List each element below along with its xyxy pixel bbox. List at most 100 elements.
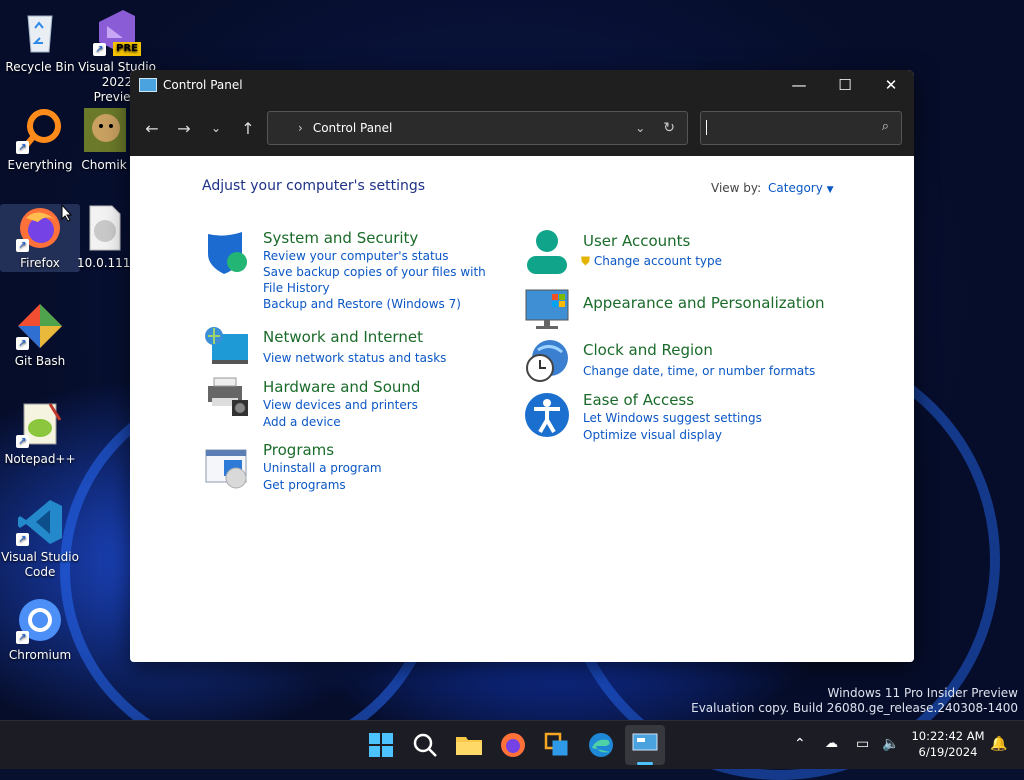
user-accounts-icon — [527, 230, 567, 274]
category-title-link[interactable]: Clock and Region — [583, 341, 815, 360]
desktop-icon-label: Firefox — [20, 256, 60, 270]
task-link[interactable]: View network status and tasks — [263, 350, 446, 366]
vscode-icon: ↗ — [16, 498, 64, 546]
task-link[interactable]: Uninstall a program — [263, 460, 382, 476]
category-user-accounts: User Accounts ⛊ Change account type — [581, 232, 722, 269]
desktop-icon-notepad-plus-plus[interactable]: ↗ Notepad++ — [0, 400, 80, 467]
ease-of-access-icon — [525, 393, 569, 437]
task-link[interactable]: View devices and printers — [263, 397, 420, 413]
shortcut-arrow-icon: ↗ — [16, 239, 29, 252]
forward-arrow-icon[interactable]: → — [168, 119, 200, 138]
task-link[interactable]: Change account type — [594, 254, 722, 268]
search-icon[interactable] — [410, 730, 440, 760]
up-arrow-icon[interactable]: ↑ — [232, 119, 264, 138]
search-box[interactable]: ⌕ — [700, 111, 902, 145]
category-title-link[interactable]: System and Security — [263, 229, 493, 248]
notification-bell-icon[interactable]: 🔔 — [990, 736, 1007, 752]
desktop-icon-label: Visual Studio Code — [1, 550, 79, 579]
file-explorer-icon[interactable] — [454, 730, 484, 760]
category-hardware-and-sound: Hardware and Sound View devices and prin… — [263, 378, 420, 430]
desktop-icon-label: Recycle Bin — [5, 60, 75, 74]
desktop-icon-label: Chromium — [8, 648, 72, 662]
caret-down-icon: ▼ — [826, 185, 834, 195]
taskbar-clock[interactable]: 10:22:42 AM 6/19/2024 — [904, 728, 992, 760]
back-arrow-icon[interactable]: ← — [136, 119, 168, 138]
shortcut-arrow-icon: ↗ — [16, 435, 29, 448]
task-link[interactable]: Optimize visual display — [583, 427, 762, 443]
category-title-link[interactable]: User Accounts — [583, 232, 722, 251]
edge-icon[interactable] — [586, 730, 616, 760]
shortcut-arrow-icon: ↗ — [16, 141, 29, 154]
chromium-icon: ↗ — [16, 596, 64, 644]
shortcut-arrow-icon: ↗ — [16, 631, 29, 644]
appearance-monitor-icon — [525, 289, 569, 329]
page-title: Adjust your computer's settings — [202, 178, 426, 194]
title-bar[interactable]: Control Panel — ☐ ✕ — [130, 70, 914, 100]
task-view-icon[interactable] — [542, 730, 572, 760]
git-bash-icon: ↗ — [16, 302, 64, 350]
network-icon[interactable]: ▭ — [856, 736, 869, 752]
firefox-icon[interactable] — [498, 730, 528, 760]
close-button[interactable]: ✕ — [868, 70, 914, 100]
category-title-link[interactable]: Network and Internet — [263, 328, 446, 347]
notepad-plus-plus-icon: ↗ — [16, 400, 64, 448]
task-link[interactable]: Review your computer's status — [263, 248, 493, 264]
category-network-and-internet: Network and Internet View network status… — [263, 328, 446, 366]
desktop-icon-file[interactable]: 10.0.1110 — [77, 204, 131, 271]
task-link[interactable]: Change date, time, or number formats — [583, 363, 815, 379]
printer-icon — [208, 377, 248, 416]
desktop-icon-chomik[interactable]: Chomik — [77, 106, 131, 173]
content-area: Adjust your computer's settings View by:… — [130, 156, 914, 662]
category-title-link[interactable]: Appearance and Personalization — [583, 294, 825, 313]
desktop-icon-label: Chomik — [81, 158, 127, 172]
onedrive-offline-icon[interactable]: ☁ — [825, 736, 838, 751]
watermark-line1: Windows 11 Pro Insider Preview — [827, 686, 1018, 700]
address-bar[interactable]: › Control Panel ⌄ ↻ — [267, 111, 688, 145]
view-by-dropdown[interactable]: Category ▼ — [768, 181, 834, 195]
maximize-button[interactable]: ☐ — [822, 70, 868, 100]
start-icon[interactable] — [366, 730, 396, 760]
volume-muted-icon[interactable]: 🔈 — [882, 736, 899, 752]
desktop-icon-label: 10.0.1110 — [77, 256, 131, 270]
shortcut-arrow-icon: ↗ — [93, 43, 106, 56]
category-title-link[interactable]: Programs — [263, 441, 382, 460]
breadcrumb-chevron-icon: › — [298, 121, 303, 135]
refresh-icon[interactable]: ↻ — [663, 120, 675, 136]
view-by-label: View by: — [711, 181, 762, 195]
category-title-link[interactable]: Hardware and Sound — [263, 378, 420, 397]
search-icon[interactable]: ⌕ — [882, 119, 889, 134]
magnifier-orange-icon: ↗ — [16, 106, 64, 154]
shield-icon — [208, 232, 247, 274]
desktop-icon-git-bash[interactable]: ↗ Git Bash — [0, 302, 80, 369]
show-hidden-icons-chevron-icon[interactable]: ⌃ — [794, 736, 806, 752]
desktop-icon-chromium[interactable]: ↗ Chromium — [0, 596, 80, 663]
task-link[interactable]: Add a device — [263, 414, 420, 430]
uac-shield-icon: ⛊ — [581, 254, 591, 268]
task-link[interactable]: Save backup copies of your files with Fi… — [263, 264, 493, 296]
task-link[interactable]: Backup and Restore (Windows 7) — [263, 296, 493, 312]
recycle-bin-icon — [16, 8, 64, 56]
category-title-link[interactable]: Ease of Access — [583, 391, 762, 410]
firefox-icon: ↗ — [16, 204, 64, 252]
hamster-icon — [80, 106, 128, 154]
network-globe-icon — [205, 327, 248, 364]
programs-icon — [205, 449, 247, 489]
task-link[interactable]: Get programs — [263, 477, 382, 493]
desktop-icon-label: Everything — [7, 158, 73, 172]
mouse-cursor-icon — [61, 204, 73, 222]
desktop-icon-vscode[interactable]: ↗ Visual Studio Code — [0, 498, 80, 580]
recent-locations-chevron-icon[interactable]: ⌄ — [200, 121, 232, 135]
task-link[interactable]: Let Windows suggest settings — [583, 410, 762, 426]
desktop-icon-everything[interactable]: ↗ Everything — [0, 106, 80, 173]
control-panel-icon — [632, 733, 658, 751]
control-panel-taskbar-button[interactable] — [625, 725, 665, 765]
breadcrumb: Control Panel — [312, 121, 393, 135]
view-by-value: Category — [768, 181, 823, 195]
desktop-icon-recycle-bin[interactable]: Recycle Bin — [0, 8, 80, 75]
window-title: Control Panel — [163, 78, 243, 92]
category-programs: Programs Uninstall a program Get program… — [263, 441, 382, 493]
minimize-button[interactable]: — — [776, 70, 822, 100]
address-dropdown-icon[interactable]: ⌄ — [635, 121, 645, 135]
task-link-with-shield[interactable]: ⛊ Change account type — [581, 253, 722, 269]
desktop-icon-label: Notepad++ — [4, 452, 76, 466]
